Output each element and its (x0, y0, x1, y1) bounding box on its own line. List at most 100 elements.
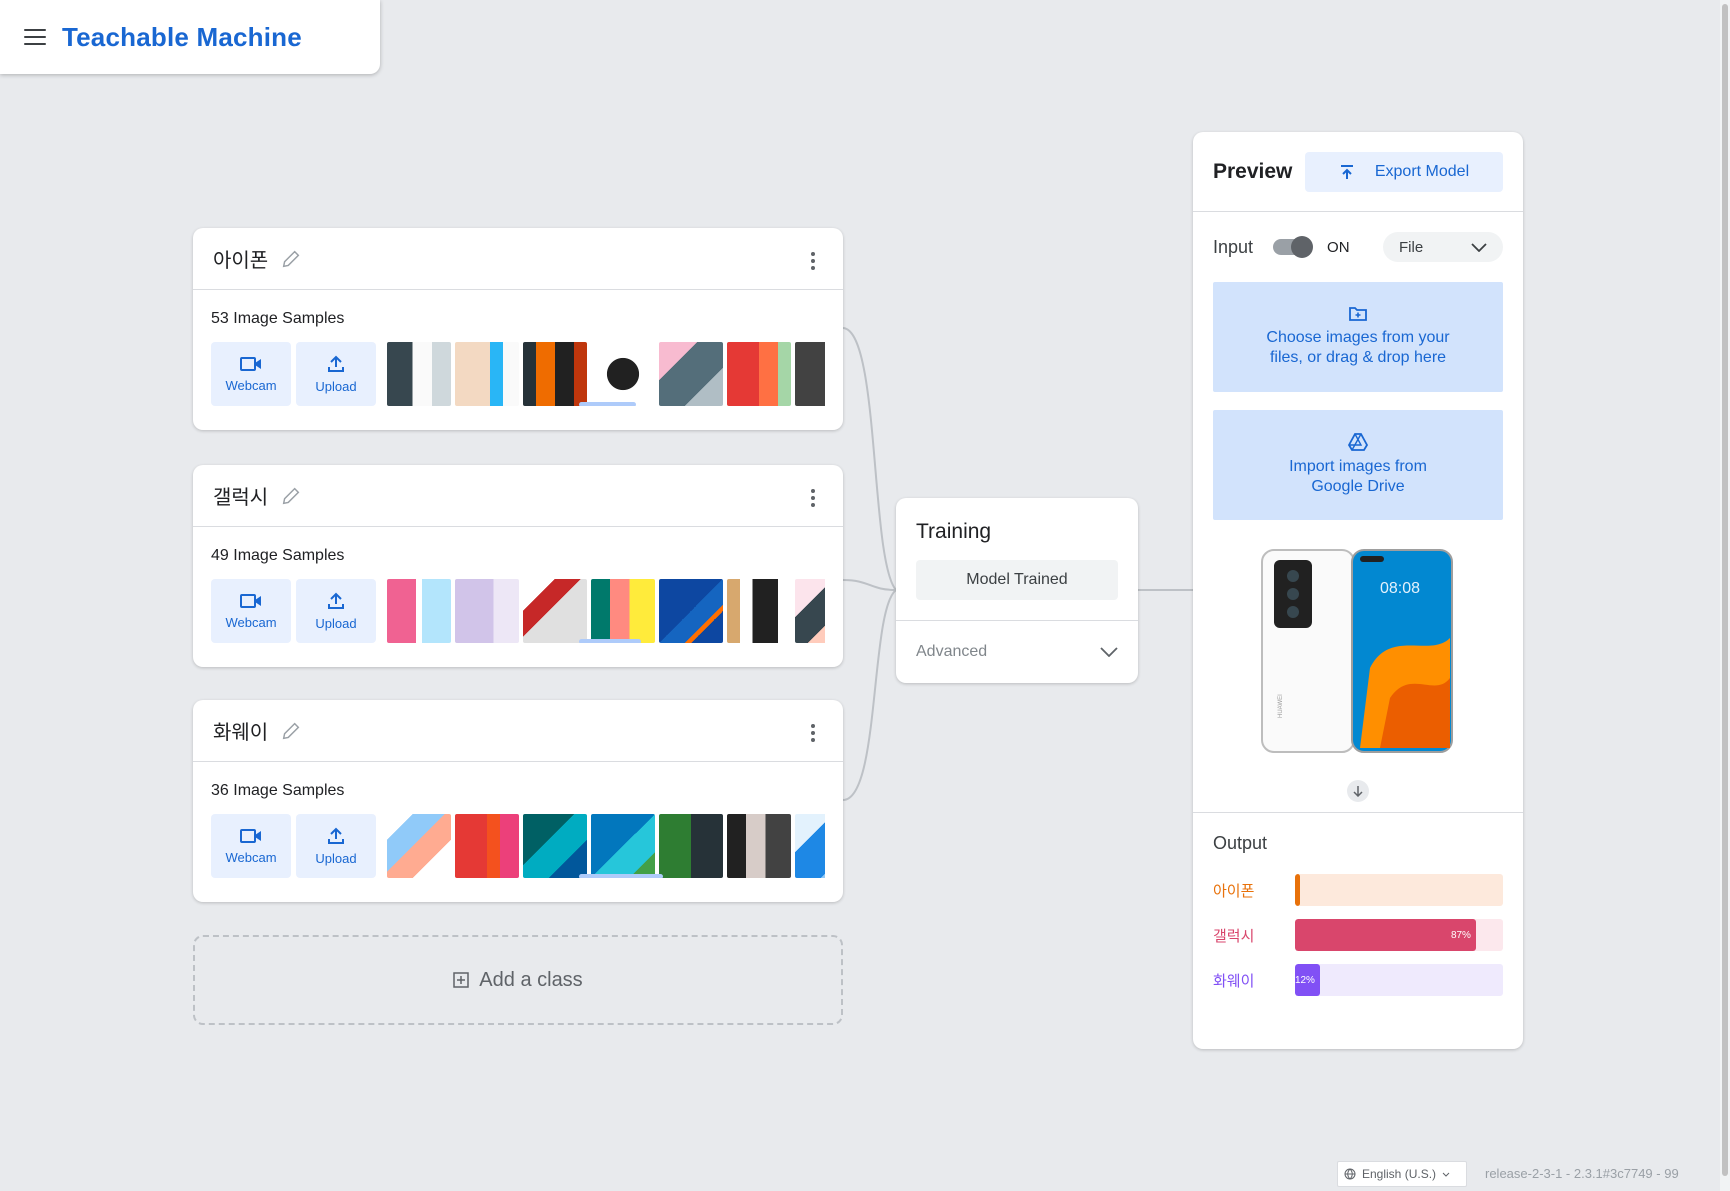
advanced-toggle[interactable]: Advanced (896, 620, 1138, 682)
webcam-label: Webcam (225, 615, 277, 630)
folder-add-icon (1349, 307, 1367, 321)
scroll-indicator[interactable] (579, 874, 663, 878)
sample-thumbnail[interactable] (387, 342, 451, 406)
sample-thumbnail[interactable] (727, 814, 791, 878)
sample-count: 36 Image Samples (211, 782, 345, 799)
sample-thumbnail[interactable] (727, 579, 791, 643)
sample-thumbnail[interactable] (727, 342, 791, 406)
export-label: Export Model (1374, 162, 1470, 180)
output-bar-fill (1295, 874, 1300, 906)
sample-thumbnail[interactable] (591, 814, 655, 878)
choose-files-dropzone[interactable]: Choose images from your files, or drag &… (1213, 282, 1503, 392)
output-bar-track (1295, 874, 1503, 906)
pencil-icon[interactable] (280, 720, 302, 742)
pencil-icon[interactable] (280, 248, 302, 270)
class-card-galaxy: 갤럭시 49 Image Samples Webcam Upload (193, 465, 843, 667)
choose-files-line1: Choose images from your (1266, 329, 1450, 346)
preview-panel: Preview Export Model Input ON File Choos… (1193, 132, 1523, 1049)
more-options-icon[interactable] (811, 489, 815, 507)
scroll-indicator[interactable] (579, 402, 636, 406)
input-source-value: File (1399, 238, 1424, 256)
upload-icon (328, 355, 344, 372)
output-title: Output (1213, 833, 1268, 853)
sample-thumbnail[interactable] (455, 342, 519, 406)
drive-line1: Import images from (1289, 458, 1427, 475)
sample-thumbnail[interactable] (523, 579, 587, 643)
language-select[interactable]: English (U.S.) (1337, 1161, 1467, 1187)
input-source-select[interactable]: File (1383, 232, 1503, 262)
sample-thumbnail[interactable] (455, 814, 519, 878)
google-drive-import[interactable]: Import images from Google Drive (1213, 410, 1503, 520)
webcam-icon (240, 357, 261, 371)
output-bar-row: 갤럭시 87% (1213, 919, 1503, 951)
phone-image: HUAWEI 08:08 (1261, 549, 1453, 753)
sample-thumbnail[interactable] (659, 814, 723, 878)
phone-brand: HUAWEI (1278, 694, 1284, 718)
sample-thumbnail[interactable] (795, 579, 825, 643)
sample-count: 53 Image Samples (211, 310, 345, 327)
export-icon (1340, 164, 1353, 179)
input-label: Input (1213, 236, 1254, 257)
train-model-button[interactable]: Model Trained (916, 560, 1118, 600)
output-bar-track: 12% (1295, 964, 1503, 996)
training-panel: Training Model Trained Advanced (896, 498, 1138, 683)
menu-icon[interactable] (24, 29, 46, 45)
upload-icon (328, 827, 344, 844)
output-bar-label: 아이폰 (1213, 882, 1255, 900)
sample-thumbnail[interactable] (591, 342, 655, 406)
scroll-indicator[interactable] (579, 639, 641, 643)
upload-label: Upload (315, 851, 357, 866)
more-options-icon[interactable] (811, 724, 815, 742)
sample-thumbnail[interactable] (387, 579, 451, 643)
release-version: release-2-3-1 - 2.3.1#3c7749 - 99 (1485, 1166, 1679, 1181)
upload-button[interactable]: Upload (296, 342, 376, 406)
more-options-icon[interactable] (811, 252, 815, 270)
globe-icon (1344, 1168, 1356, 1180)
page-scrollbar[interactable] (1720, 0, 1730, 1191)
sample-thumbnail[interactable] (659, 342, 723, 406)
sample-thumbnail[interactable] (455, 579, 519, 643)
sample-thumbnail[interactable] (659, 579, 723, 643)
sample-thumbnail[interactable] (523, 814, 587, 878)
upload-label: Upload (315, 379, 357, 394)
app-title[interactable]: Teachable Machine (62, 22, 302, 53)
webcam-label: Webcam (225, 378, 277, 393)
webcam-button[interactable]: Webcam (211, 579, 291, 643)
webcam-button[interactable]: Webcam (211, 342, 291, 406)
upload-button[interactable]: Upload (296, 814, 376, 878)
preview-image: HUAWEI 08:08 (1260, 548, 1456, 756)
sample-thumbnail[interactable] (387, 814, 451, 878)
upload-icon (328, 592, 344, 609)
chevron-down-icon (1471, 242, 1487, 252)
webcam-button[interactable]: Webcam (211, 814, 291, 878)
app-header: Teachable Machine (0, 0, 380, 74)
output-bar-track: 87% (1295, 919, 1503, 951)
output-bar-label: 화웨이 (1213, 972, 1255, 990)
class-name[interactable]: 화웨이 (213, 716, 268, 745)
add-class-label: Add a class (479, 968, 583, 991)
sample-count: 49 Image Samples (211, 547, 345, 564)
class-card-iphone: 아이폰 53 Image Samples Webcam Upload (193, 228, 843, 430)
webcam-icon (240, 829, 261, 843)
output-bar-fill: 87% (1295, 919, 1476, 951)
chevron-down-icon (1442, 1172, 1450, 1177)
sample-thumbnails (387, 342, 825, 406)
sample-thumbnail[interactable] (795, 342, 825, 406)
pencil-icon[interactable] (280, 485, 302, 507)
add-class-button[interactable]: Add a class (193, 935, 843, 1025)
toggle-state: ON (1327, 238, 1350, 256)
sample-thumbnail[interactable] (523, 342, 587, 406)
upload-button[interactable]: Upload (296, 579, 376, 643)
choose-files-line2: files, or drag & drop here (1269, 349, 1447, 366)
export-model-button[interactable]: Export Model (1305, 151, 1503, 192)
webcam-label: Webcam (225, 850, 277, 865)
add-box-icon (453, 972, 470, 988)
sample-thumbnail[interactable] (795, 814, 825, 878)
training-title: Training (916, 520, 992, 543)
class-name[interactable]: 아이폰 (213, 244, 268, 273)
class-name[interactable]: 갤럭시 (213, 481, 268, 510)
input-toggle[interactable] (1273, 236, 1314, 258)
sample-thumbnail[interactable] (591, 579, 655, 643)
output-bar-row: 아이폰 (1213, 874, 1503, 906)
output-bar-fill: 12% (1295, 964, 1320, 996)
